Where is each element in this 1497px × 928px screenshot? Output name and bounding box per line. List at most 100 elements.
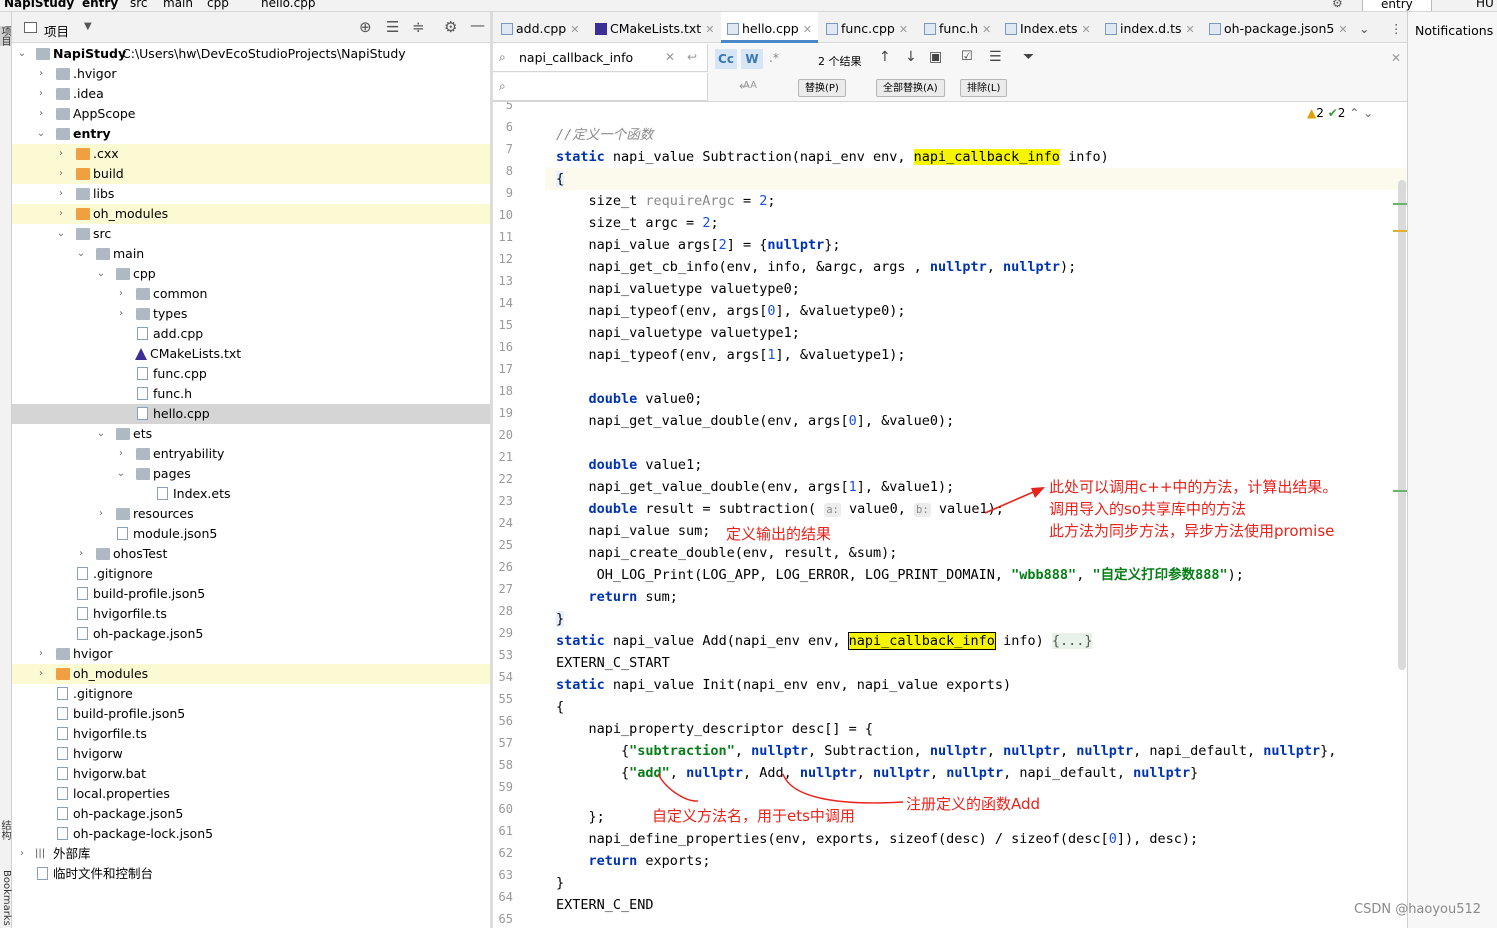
tab-cmakelists[interactable]: CMakeLists.txt ✕ [595,12,714,43]
tree-item-root-hvigorfile[interactable]: hvigorfile.ts [12,724,490,744]
tree-item-src[interactable]: ⌄ src [12,224,490,244]
tree-item-appscope[interactable]: › AppScope [12,104,490,124]
exclude-button[interactable]: 排除(L) [960,79,1008,97]
tree-item-libs[interactable]: › libs [12,184,490,204]
close-icon[interactable]: ✕ [899,23,908,36]
hide-panel-icon[interactable]: — [470,16,485,34]
tree-item-entry-build-profile[interactable]: build-profile.json5 [12,584,490,604]
project-tool-tab[interactable]: 项目 [0,26,12,46]
breadcrumb-main[interactable]: main [163,0,193,10]
close-icon[interactable]: ✕ [1338,23,1347,36]
newline-icon[interactable]: ↩ [687,50,697,64]
close-icon[interactable]: ✕ [1186,23,1195,36]
tab-hello-cpp[interactable]: hello.cpp ✕ [721,12,818,43]
tree-item-types[interactable]: › types [12,304,490,324]
tree-item-entry[interactable]: ⌄ entry [12,124,490,144]
tree-item-func-h[interactable]: func.h [12,384,490,404]
tree-item-oh-package-lock[interactable]: oh-package-lock.json5 [12,824,490,844]
tab-oh-package-json5[interactable]: oh-package.json5 ✕ [1209,12,1348,43]
tree-item-cpp[interactable]: ⌄ cpp [12,264,490,284]
tab-func-h[interactable]: func.h ✕ [924,12,991,43]
tree-item-hello-cpp[interactable]: hello.cpp [12,404,490,424]
close-icon[interactable]: ✕ [1082,23,1091,36]
tree-item-entry-gitignore[interactable]: .gitignore [12,564,490,584]
tree-item-hvigorw-bat[interactable]: hvigorw.bat [12,764,490,784]
tree-item-local-properties[interactable]: local.properties [12,784,490,804]
tab-list-chevron-icon[interactable]: ⌄ [1359,12,1369,43]
account-label[interactable]: HU [1476,0,1494,10]
tree-item-common[interactable]: › common [12,284,490,304]
bookmarks-tool-tab[interactable]: Bookmarks [0,870,12,926]
filter-options-icon[interactable]: ☑ [961,49,973,64]
tree-item-root-oh-modules[interactable]: › oh_modules [12,664,490,684]
close-icon[interactable]: ✕ [705,23,714,36]
tree-item-scratches[interactable]: 临时文件和控制台 [12,864,490,884]
close-find-icon[interactable]: ✕ [1391,51,1401,65]
breadcrumb-entry[interactable]: entry [82,0,118,10]
editor-scrollbar[interactable] [1398,180,1406,670]
tree-item-add-cpp[interactable]: add.cpp [12,324,490,344]
tree-item-cmakelists[interactable]: CMakeLists.txt [12,344,490,364]
code-editor[interactable]: 5 6 7 8 9 10 11 12 13 14 15 16 17 18 19 20 21 22 23 24 25 26 2… [493,102,1407,928]
close-icon[interactable]: ✕ [982,23,991,36]
tree-item-napistudy[interactable]: ⌄ NapiStudy C:\Users\hw\DevEcoStudioProjec… [12,44,490,64]
tree-item-root-build-profile[interactable]: build-profile.json5 [12,704,490,724]
tree-item-hvigorw[interactable]: hvigorw [12,744,490,764]
filter-icon[interactable]: ⏷ [1023,49,1034,65]
tree-item-cxx[interactable]: › .cxx [12,144,490,164]
close-icon[interactable]: ✕ [803,23,812,36]
structure-tool-tab[interactable]: 结构 [0,820,12,840]
tree-item-func-cpp[interactable]: func.cpp [12,364,490,384]
tree-item-entry-oh-package[interactable]: oh-package.json5 [12,624,490,644]
close-icon[interactable]: ✕ [570,23,579,36]
select-all-occurrences-icon[interactable]: ▣ [929,49,942,65]
expand-all-icon[interactable]: ☰ [386,18,399,36]
whole-word-toggle[interactable]: W [741,49,763,69]
tree-item-resources[interactable]: › resources [12,504,490,524]
settings-icon[interactable]: ⚙ [1332,0,1343,10]
replace-all-button[interactable]: 全部替换(A) [876,79,945,97]
project-panel-title[interactable]: 项目 [44,21,69,40]
tree-item-ohostest[interactable]: › ohosTest [12,544,490,564]
replace-button[interactable]: 替换(P) [798,79,846,97]
tree-item-entryability[interactable]: › entryability [12,444,490,464]
tree-item-external-libraries[interactable]: › ||| 外部库 [12,844,490,864]
view-dropdown-icon[interactable]: ▼ [84,21,92,32]
clear-icon[interactable]: ✕ [665,50,675,64]
tree-item-hvigor[interactable]: › hvigor [12,644,490,664]
preserve-case-toggle[interactable]: AA [743,80,757,91]
run-config-select[interactable]: entry [1362,0,1432,11]
tab-func-cpp[interactable]: func.cpp ✕ [826,12,908,43]
previous-occurrence-icon[interactable]: ↑ [879,49,891,65]
tree-item-build[interactable]: › build [12,164,490,184]
match-case-toggle[interactable]: Cc [715,49,737,69]
breadcrumb-cpp[interactable]: cpp [207,0,229,10]
locate-file-icon[interactable]: ⊕ [359,18,372,36]
find-input[interactable]: napi_callback_info [519,50,633,65]
next-occurrence-icon[interactable]: ↓ [905,49,917,65]
breadcrumb-src[interactable]: src [130,0,148,10]
tree-item-entry-hvigorfile[interactable]: hvigorfile.ts [12,604,490,624]
tab-add-cpp[interactable]: add.cpp ✕ [501,12,579,43]
collapse-all-icon[interactable]: ≑ [412,18,425,36]
notifications-title[interactable]: Notifications [1415,23,1493,38]
tree-item-root-gitignore[interactable]: .gitignore [12,684,490,704]
tree-item-index-ets[interactable]: Index.ets [12,484,490,504]
tree-item-root-oh-package[interactable]: oh-package.json5 [12,804,490,824]
more-options-icon[interactable]: ⋮ [1390,12,1403,43]
tab-index-ets[interactable]: Index.ets ✕ [1005,12,1091,43]
tree-item-oh-modules[interactable]: › oh_modules [12,204,490,224]
tree-item-idea[interactable]: › .idea [12,84,490,104]
tree-item-module-json5[interactable]: module.json5 [12,524,490,544]
tree-item-ets[interactable]: ⌄ ets [12,424,490,444]
tree-item-hvigor-dir[interactable]: › .hvigor [12,64,490,84]
tab-index-d-ts[interactable]: index.d.ts ✕ [1105,12,1195,43]
gear-icon[interactable]: ⚙ [444,18,457,36]
breadcrumb-hello-cpp[interactable]: hello.cpp [261,0,315,10]
regex-toggle[interactable]: .* [769,51,779,65]
tree-item-main[interactable]: ⌄ main [12,244,490,264]
tree-label: local.properties [73,786,170,801]
breadcrumb-napistudy[interactable]: NapiStudy [4,0,74,10]
multiline-icon[interactable]: ☰ [989,49,1002,65]
tree-item-pages[interactable]: ⌄ pages [12,464,490,484]
